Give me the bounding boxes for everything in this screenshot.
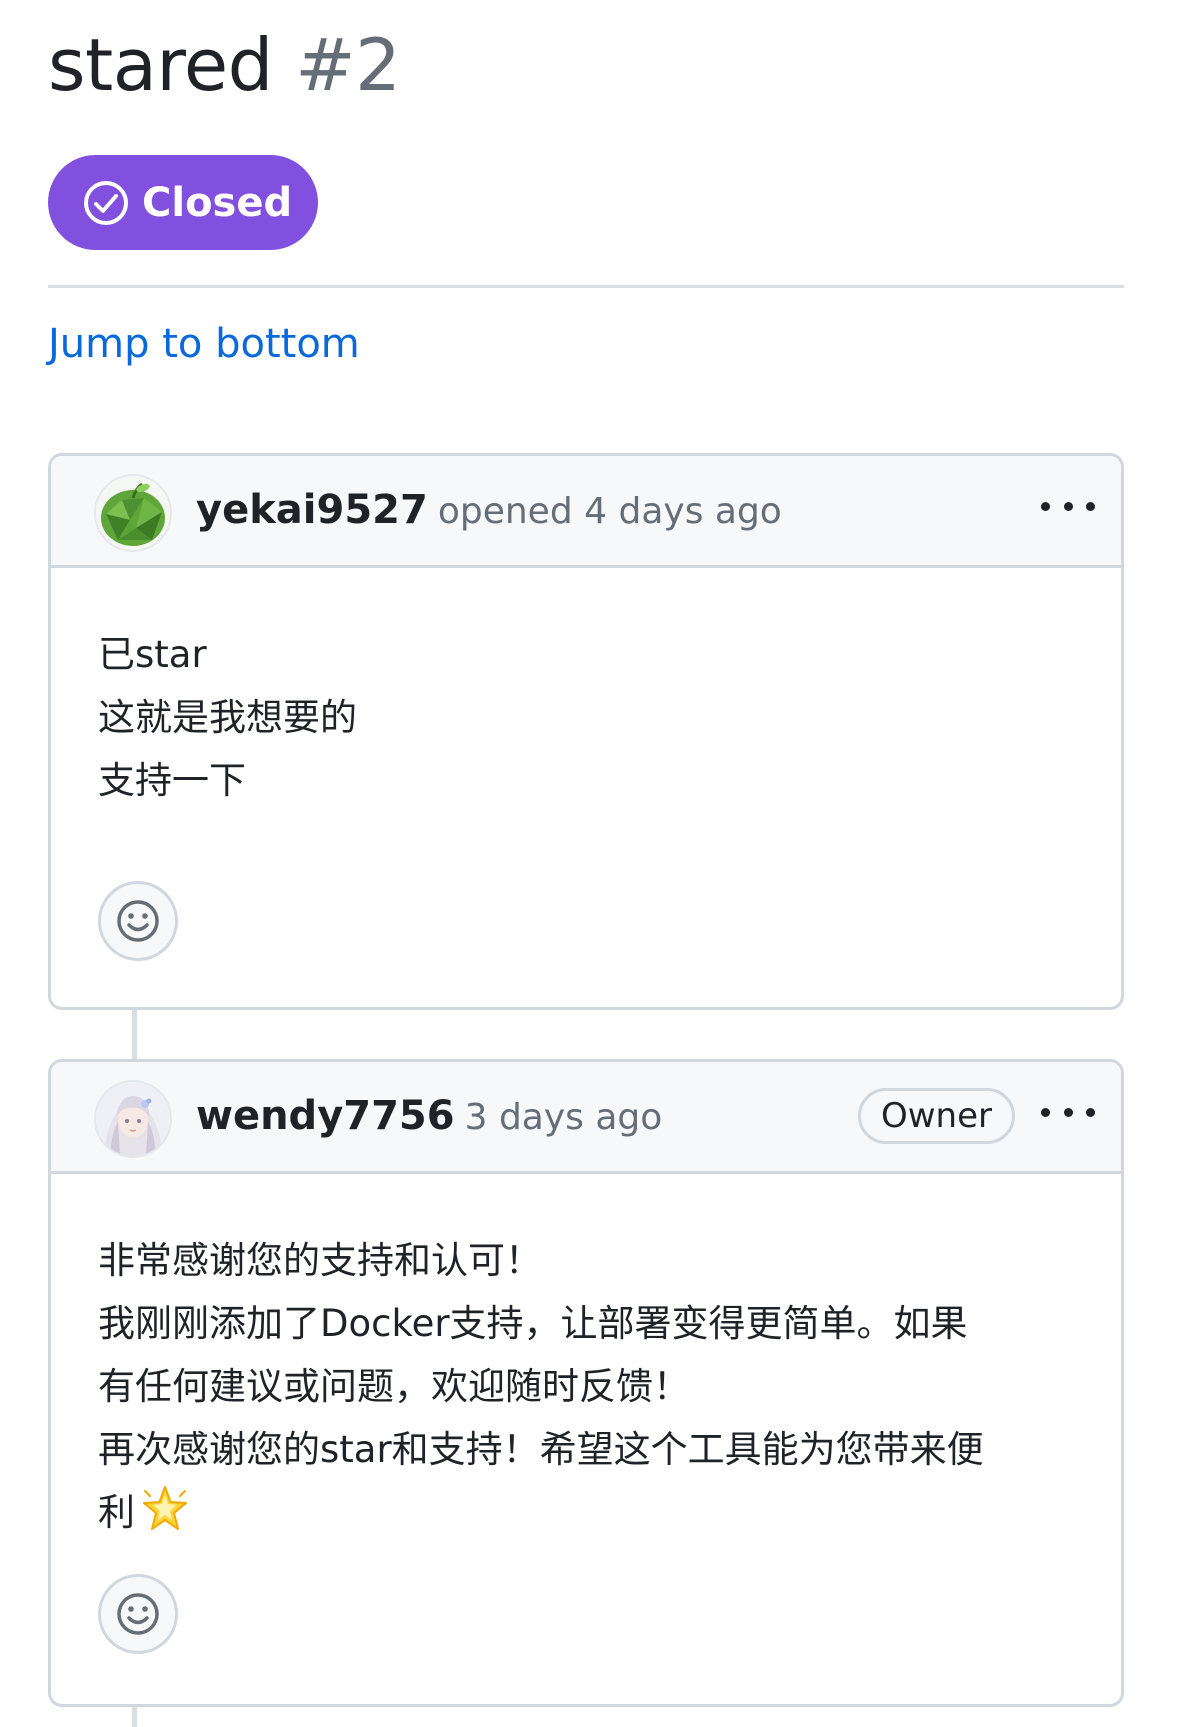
comment-author[interactable]: wendy7756 3 days ago xyxy=(196,1090,662,1144)
comment-meta: 3 days ago xyxy=(464,1097,663,1138)
comment-header: wendy7756 3 days ago Owner xyxy=(51,1062,1121,1174)
header-divider xyxy=(48,285,1124,288)
issue-number: #2 xyxy=(295,23,401,107)
green-apple-avatar-image xyxy=(96,476,170,550)
avatar[interactable] xyxy=(96,476,170,550)
issue-state-badge: Closed xyxy=(48,155,318,250)
issue-state-label: Closed xyxy=(142,179,293,226)
comment-line: 非常感谢您的支持和认可！ xyxy=(98,1239,542,1282)
avatar[interactable] xyxy=(96,1082,170,1156)
owner-badge: Owner xyxy=(857,1088,1015,1144)
kebab-horizontal-icon[interactable] xyxy=(1041,492,1095,520)
comment-author[interactable]: yekai9527 opened 4 days ago xyxy=(196,484,782,538)
comment-line-last: 利 xyxy=(98,1481,1074,1544)
check-circle-icon xyxy=(84,180,128,225)
comment-meta: opened 4 days ago xyxy=(437,491,782,532)
comment-line: 支持一下 xyxy=(98,759,246,802)
comment-body: 非常感谢您的支持和认可！ 我刚刚添加了Docker支持，让部署变得更简单。如果 … xyxy=(51,1174,1121,1544)
issue-title: stared #2 xyxy=(48,22,401,108)
comment-line: 有任何建议或问题，欢迎随时反馈！ xyxy=(98,1365,690,1408)
comment-line: 这就是我想要的 xyxy=(98,696,357,739)
timeline-connector xyxy=(132,1008,137,1060)
add-reaction-button[interactable] xyxy=(98,1574,178,1654)
add-reaction-button[interactable] xyxy=(98,881,178,961)
smiley-icon xyxy=(117,900,159,942)
kebab-horizontal-icon[interactable] xyxy=(1041,1098,1095,1126)
comment-header: yekai9527 opened 4 days ago xyxy=(51,456,1121,568)
comment-body: 已star 这就是我想要的 支持一下 xyxy=(51,568,1121,812)
anime-girl-avatar-image xyxy=(96,1082,170,1156)
comment-line: 利 xyxy=(98,1491,135,1534)
jump-to-bottom-link[interactable]: Jump to bottom xyxy=(48,318,360,370)
comment-card: wendy7756 3 days ago Owner 非常感谢您的支持和认可！ 我… xyxy=(48,1059,1124,1707)
smiley-icon xyxy=(117,1593,159,1635)
author-name[interactable]: yekai9527 xyxy=(196,487,428,533)
comment-line: 我刚刚添加了Docker支持，让部署变得更简单。如果 xyxy=(98,1302,968,1345)
author-name[interactable]: wendy7756 xyxy=(196,1093,455,1139)
comment-line: 已star xyxy=(98,633,207,676)
comment-line: 再次感谢您的star和支持！希望这个工具能为您带来便 xyxy=(98,1428,984,1471)
comment-card: yekai9527 opened 4 days ago 已star 这就是我想要的… xyxy=(48,453,1124,1010)
glowing-star-emoji-icon xyxy=(143,1486,187,1530)
issue-title-text: stared xyxy=(48,23,273,107)
